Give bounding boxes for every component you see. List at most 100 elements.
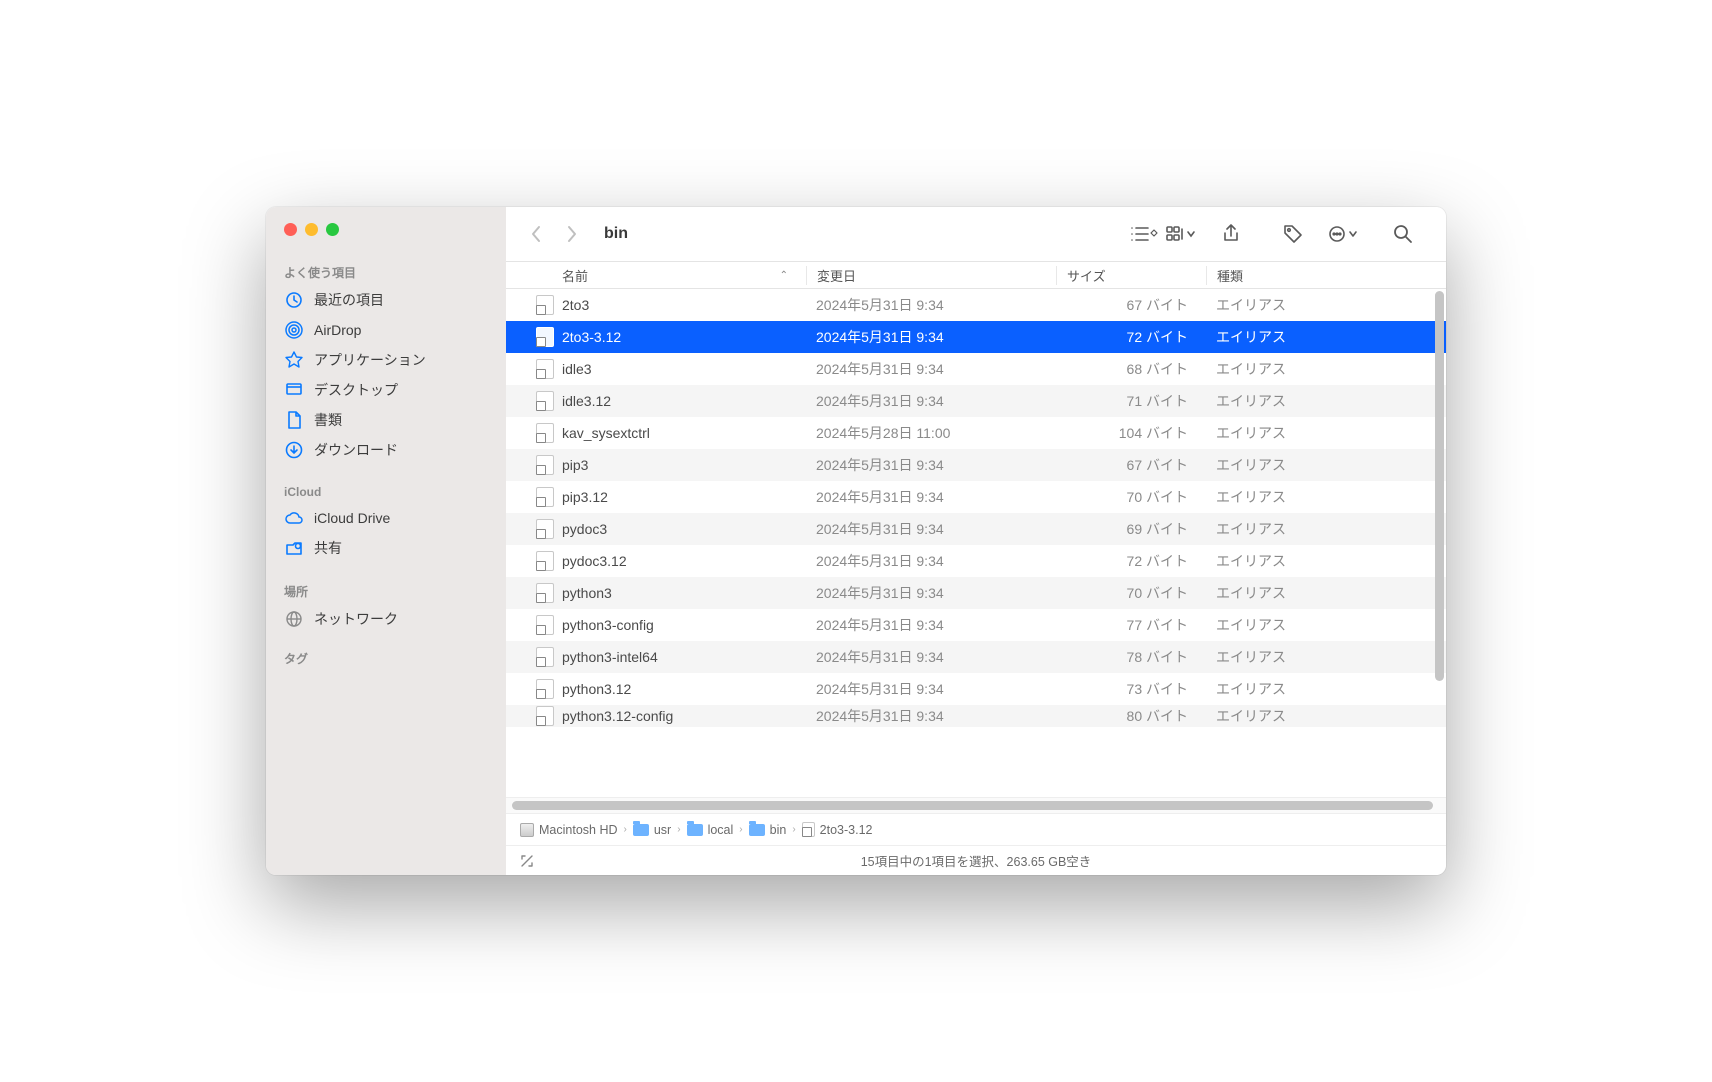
file-row[interactable]: python3-config2024年5月31日 9:3477 バイトエイリアス <box>506 609 1446 641</box>
path-segment[interactable]: Macintosh HD <box>520 823 618 837</box>
file-kind: エイリアス <box>1206 487 1446 507</box>
sidebar-item-label: AirDrop <box>314 322 361 338</box>
file-list[interactable]: 2to32024年5月31日 9:3467 バイトエイリアス2to3-3.122… <box>506 289 1446 797</box>
file-size: 67 バイト <box>1056 455 1206 475</box>
file-name: idle3.12 <box>562 393 611 409</box>
alias-file-icon <box>536 706 554 726</box>
finder-window: よく使う項目最近の項目AirDropアプリケーションデスクトップ書類ダウンロード… <box>266 207 1446 875</box>
airdrop-icon <box>284 320 304 340</box>
path-label: 2to3-3.12 <box>820 823 873 837</box>
sidebar-item[interactable]: ネットワーク <box>266 604 506 634</box>
file-row[interactable]: python3.12-config2024年5月31日 9:3480 バイトエイ… <box>506 705 1446 727</box>
file-date: 2024年5月31日 9:34 <box>806 679 1056 699</box>
file-date: 2024年5月31日 9:34 <box>806 487 1056 507</box>
chevron-right-icon: › <box>739 824 742 835</box>
alias-file-icon <box>536 423 554 443</box>
view-mode-button[interactable] <box>1130 225 1158 243</box>
sidebar-item-label: ダウンロード <box>314 440 398 460</box>
file-name: python3.12-config <box>562 708 673 724</box>
file-date: 2024年5月31日 9:34 <box>806 359 1056 379</box>
path-segment[interactable]: usr <box>633 823 671 837</box>
tags-header: タグ <box>266 644 506 671</box>
file-date: 2024年5月31日 9:34 <box>806 551 1056 571</box>
sidebar-item-label: 書類 <box>314 410 342 430</box>
sidebar-item[interactable]: デスクトップ <box>266 375 506 405</box>
file-name: 2to3 <box>562 297 589 313</box>
alias-file-icon <box>536 679 554 699</box>
forward-button[interactable] <box>558 220 586 248</box>
sidebar-item[interactable]: 最近の項目 <box>266 285 506 315</box>
path-collapse-icon[interactable] <box>520 854 534 868</box>
file-name: pip3 <box>562 457 588 473</box>
alias-file-icon <box>536 615 554 635</box>
vertical-scrollbar[interactable] <box>1435 291 1444 681</box>
sidebar-item[interactable]: AirDrop <box>266 315 506 345</box>
path-segment[interactable]: local <box>687 823 734 837</box>
sidebar-item[interactable]: アプリケーション <box>266 345 506 375</box>
file-row[interactable]: 2to32024年5月31日 9:3467 バイトエイリアス <box>506 289 1446 321</box>
column-headers: 名前⌃ 変更日 サイズ 種類 <box>506 261 1446 289</box>
file-row[interactable]: pip3.122024年5月31日 9:3470 バイトエイリアス <box>506 481 1446 513</box>
file-date: 2024年5月31日 9:34 <box>806 615 1056 635</box>
file-kind: エイリアス <box>1206 615 1446 635</box>
column-header-kind[interactable]: 種類 <box>1206 266 1446 285</box>
column-header-name[interactable]: 名前⌃ <box>506 266 806 285</box>
file-kind: エイリアス <box>1206 679 1446 699</box>
search-button[interactable] <box>1386 219 1420 249</box>
sidebar-item[interactable]: iCloud Drive <box>266 503 506 533</box>
doc-icon <box>284 410 304 430</box>
back-button[interactable] <box>522 220 550 248</box>
file-kind: エイリアス <box>1206 359 1446 379</box>
file-row[interactable]: pydoc3.122024年5月31日 9:3472 バイトエイリアス <box>506 545 1446 577</box>
alias-file-icon <box>536 359 554 379</box>
group-button[interactable] <box>1166 225 1196 243</box>
file-name: kav_sysextctrl <box>562 425 650 441</box>
cloud-icon <box>284 508 304 528</box>
file-row[interactable]: python3-intel642024年5月31日 9:3478 バイトエイリア… <box>506 641 1446 673</box>
path-segment[interactable]: bin <box>749 823 787 837</box>
file-row[interactable]: idle32024年5月31日 9:3468 バイトエイリアス <box>506 353 1446 385</box>
tags-button[interactable] <box>1276 219 1310 249</box>
file-kind: エイリアス <box>1206 551 1446 571</box>
file-row[interactable]: python3.122024年5月31日 9:3473 バイトエイリアス <box>506 673 1446 705</box>
shared-icon <box>284 538 304 558</box>
status-bar: 15項目中の1項目を選択、263.65 GB空き <box>506 845 1446 875</box>
file-date: 2024年5月28日 11:00 <box>806 423 1056 443</box>
path-segment[interactable]: 2to3-3.12 <box>802 822 873 837</box>
file-row[interactable]: kav_sysextctrl2024年5月28日 11:00104 バイトエイリ… <box>506 417 1446 449</box>
alias-file-icon <box>536 647 554 667</box>
file-kind: エイリアス <box>1206 423 1446 443</box>
path-label: Macintosh HD <box>539 823 618 837</box>
file-kind: エイリアス <box>1206 647 1446 667</box>
sidebar-item[interactable]: 書類 <box>266 405 506 435</box>
path-label: usr <box>654 823 671 837</box>
sidebar-item[interactable]: ダウンロード <box>266 435 506 465</box>
sidebar-item[interactable]: 共有 <box>266 533 506 563</box>
folder-icon <box>633 824 649 836</box>
close-button[interactable] <box>284 223 297 236</box>
content-area: bin <box>506 207 1446 875</box>
file-name: pydoc3.12 <box>562 553 627 569</box>
sort-ascending-icon: ⌃ <box>780 270 788 281</box>
file-row[interactable]: idle3.122024年5月31日 9:3471 バイトエイリアス <box>506 385 1446 417</box>
file-row[interactable]: python32024年5月31日 9:3470 バイトエイリアス <box>506 577 1446 609</box>
file-row[interactable]: 2to3-3.122024年5月31日 9:3472 バイトエイリアス <box>506 321 1446 353</box>
file-kind: エイリアス <box>1206 295 1446 315</box>
action-menu-button[interactable] <box>1328 224 1358 244</box>
file-date: 2024年5月31日 9:34 <box>806 583 1056 603</box>
maximize-button[interactable] <box>326 223 339 236</box>
column-header-modified[interactable]: 変更日 <box>806 266 1056 285</box>
file-date: 2024年5月31日 9:34 <box>806 391 1056 411</box>
minimize-button[interactable] <box>305 223 318 236</box>
file-row[interactable]: pip32024年5月31日 9:3467 バイトエイリアス <box>506 449 1446 481</box>
sidebar-item-label: アプリケーション <box>314 350 426 370</box>
file-name: python3 <box>562 585 612 601</box>
file-row[interactable]: pydoc32024年5月31日 9:3469 バイトエイリアス <box>506 513 1446 545</box>
column-header-size[interactable]: サイズ <box>1056 266 1206 285</box>
file-size: 69 バイト <box>1056 519 1206 539</box>
file-date: 2024年5月31日 9:34 <box>806 327 1056 347</box>
horizontal-scrollbar[interactable] <box>506 797 1446 813</box>
alias-file-icon <box>536 391 554 411</box>
share-button[interactable] <box>1214 219 1248 249</box>
file-name: python3.12 <box>562 681 631 697</box>
